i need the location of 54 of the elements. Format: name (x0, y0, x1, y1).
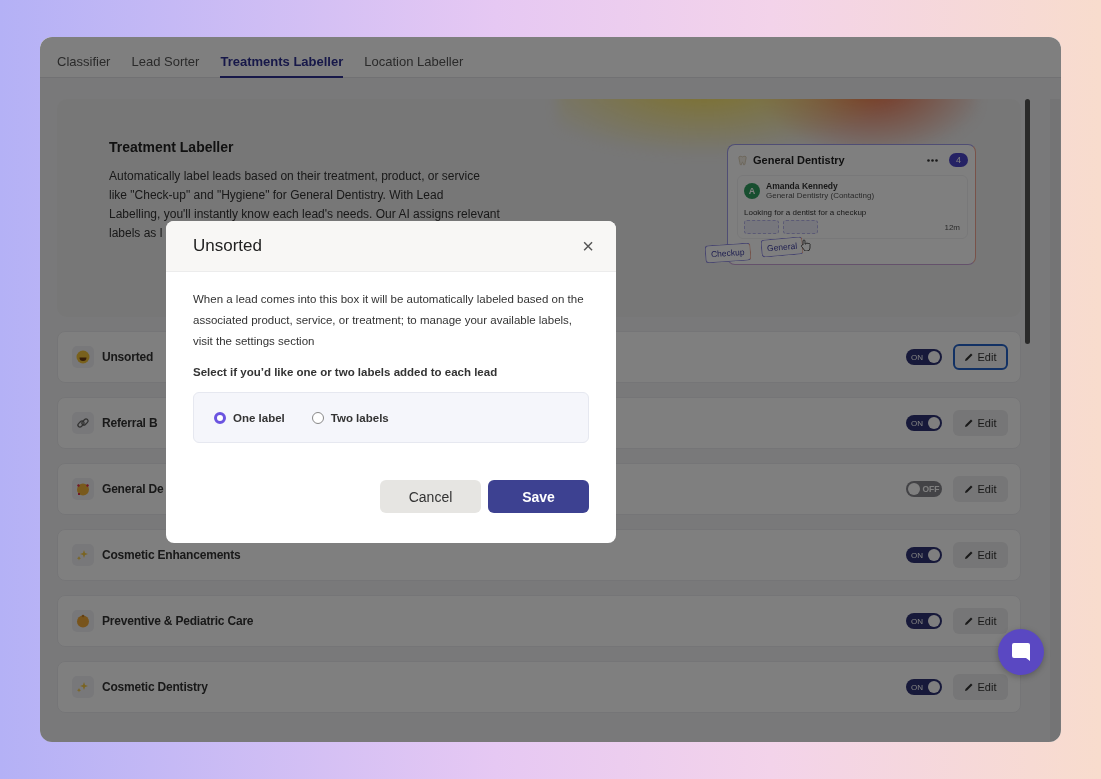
label-tag: Checkup (704, 242, 752, 264)
pencil-icon (964, 419, 973, 427)
pencil-icon (964, 551, 973, 559)
pencil-icon (964, 617, 973, 625)
close-button[interactable]: × (582, 236, 594, 256)
pencil-icon (964, 485, 973, 493)
edit-button[interactable]: Edit (953, 476, 1008, 502)
chat-icon (1010, 641, 1032, 663)
lead-note: Looking for a dentist for a checkup (744, 208, 868, 217)
hero-title: Treatment Labeller (109, 139, 235, 155)
more-icon (927, 158, 938, 162)
scrollbar[interactable] (1025, 99, 1030, 344)
tag-slot (744, 220, 779, 234)
box-name: Cosmetic Enhancements (102, 548, 241, 562)
toggle-switch[interactable]: ON (906, 415, 942, 431)
tooth-icon (737, 154, 748, 166)
edit-button[interactable]: Edit (953, 410, 1008, 436)
save-button[interactable]: Save (488, 480, 589, 513)
tab[interactable]: Classifier (57, 37, 111, 78)
edit-button[interactable]: Edit (953, 608, 1008, 634)
avatar: A (744, 182, 760, 199)
tab[interactable]: Location Labeller (364, 37, 464, 78)
toggle-switch[interactable]: ON (906, 679, 942, 695)
smiley-icon (76, 350, 90, 364)
box-name: Cosmetic Dentistry (102, 680, 208, 694)
link-icon (76, 416, 90, 430)
sparkles-icon (76, 680, 90, 694)
lead-subtitle: General Dentistry (Contacting) (766, 191, 875, 200)
tab[interactable]: Treatments Labeller (220, 37, 344, 78)
hand-cursor-icon (800, 239, 811, 251)
radio-option[interactable]: One label (214, 411, 285, 424)
lead-name: Amanda Kennedy (766, 181, 839, 191)
question-label: Select if you’d like one or two labels added to each lead (193, 366, 499, 378)
pencil-icon (964, 353, 973, 361)
modal-description: When a lead comes into this box it will be automatically labeled based on the associated product, service, or treatment; to manage your available labels, visit the settings section (193, 292, 585, 349)
cancel-button[interactable]: Cancel (380, 480, 481, 513)
box-name: Referral B (102, 416, 158, 430)
lead-time: 12m (944, 222, 960, 232)
box-name: Preventive & Pediatric Care (102, 614, 254, 628)
radio-option[interactable]: Two labels (311, 411, 389, 424)
box-name: General De (102, 482, 164, 496)
toggle-switch[interactable]: ON (906, 547, 942, 563)
preview-title: General Dentistry (753, 154, 846, 166)
edit-button[interactable]: Edit (953, 344, 1008, 370)
edit-button[interactable]: Edit (953, 542, 1008, 568)
tab[interactable]: Lead Sorter (131, 37, 200, 78)
tag-slot (783, 220, 818, 234)
box-name: Unsorted (102, 350, 154, 364)
toggle-switch[interactable]: ON (906, 349, 942, 365)
toggle-switch[interactable]: ON (906, 613, 942, 629)
count-badge: 4 (949, 153, 968, 167)
edit-button[interactable]: Edit (953, 674, 1008, 700)
pencil-icon (964, 683, 973, 691)
sparkles-icon (76, 548, 90, 562)
